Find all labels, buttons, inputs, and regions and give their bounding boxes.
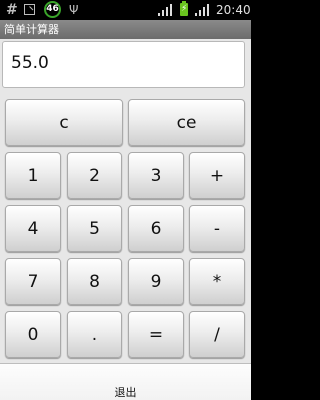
app-title-bar: 简单计算器 <box>0 20 251 39</box>
digit-8-button[interactable]: 8 <box>67 258 122 305</box>
digit-3-button[interactable]: 3 <box>128 152 184 199</box>
digit-0-button[interactable]: 0 <box>5 311 61 358</box>
app-title: 简单计算器 <box>4 23 59 36</box>
exit-button-label: 退出 <box>114 386 137 399</box>
clear-entry-button[interactable]: ce <box>128 99 245 146</box>
calculator-body: 55.0 c ce 1 2 3 + 4 5 6 - 7 8 9 * 0 . = … <box>0 39 251 400</box>
hash-icon: # <box>6 2 18 18</box>
multiply-button[interactable]: * <box>189 258 245 305</box>
minus-button[interactable]: - <box>189 205 245 252</box>
digit-7-button[interactable]: 7 <box>5 258 61 305</box>
clear-button[interactable]: c <box>5 99 123 146</box>
clock-time: 20:40 <box>216 3 251 17</box>
status-bar: # 46 Ψ ⚡ 20:40 <box>0 0 251 20</box>
wifi-signal-icon <box>158 4 172 16</box>
digit-9-button[interactable]: 9 <box>128 258 184 305</box>
decimal-point-button[interactable]: . <box>67 311 122 358</box>
cell-signal-icon <box>195 4 209 16</box>
usb-icon: Ψ <box>69 3 79 17</box>
digit-2-button[interactable]: 2 <box>67 152 122 199</box>
equals-button[interactable]: = <box>128 311 184 358</box>
result-display[interactable]: 55.0 <box>2 41 245 88</box>
notification-count-badge: 46 <box>44 1 61 18</box>
plus-button[interactable]: + <box>189 152 245 199</box>
digit-5-button[interactable]: 5 <box>67 205 122 252</box>
exit-button[interactable]: 退出 <box>0 363 251 400</box>
divide-button[interactable]: / <box>189 311 245 358</box>
battery-charging-icon: ⚡ <box>180 1 188 16</box>
image-notification-icon <box>24 4 35 15</box>
digit-6-button[interactable]: 6 <box>128 205 184 252</box>
digit-1-button[interactable]: 1 <box>5 152 61 199</box>
digit-4-button[interactable]: 4 <box>5 205 61 252</box>
